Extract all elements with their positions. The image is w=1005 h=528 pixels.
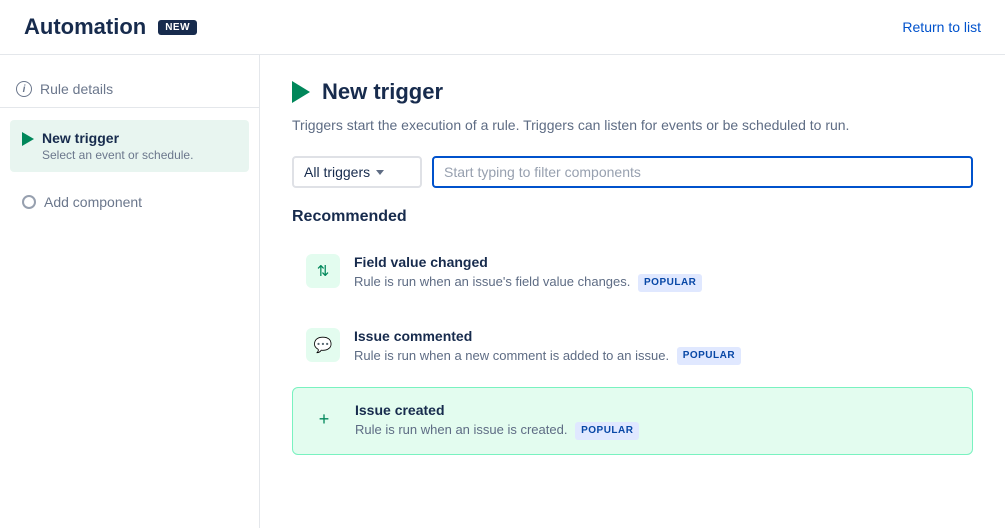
card-issue-created[interactable]: + Issue created Rule is run when an issu… (292, 387, 973, 455)
card-content-issue-created: Issue created Rule is run when an issue … (355, 402, 639, 440)
popular-badge-issue-commented: POPULAR (677, 347, 741, 365)
issue-created-icon: + (307, 402, 341, 436)
card-title-issue-created: Issue created (355, 402, 639, 418)
chevron-down-icon (376, 170, 384, 175)
sidebar-add-component[interactable]: Add component (0, 180, 259, 224)
sidebar-trigger-title: New trigger (42, 130, 193, 146)
play-icon (22, 132, 34, 146)
header-left: Automation NEW (24, 14, 197, 40)
card-title-field-value: Field value changed (354, 254, 702, 270)
trigger-header: New trigger (292, 79, 973, 105)
page-title: New trigger (322, 79, 443, 105)
popular-badge-issue-created: POPULAR (575, 422, 639, 440)
return-to-list-link[interactable]: Return to list (902, 19, 981, 35)
card-desc-field-value: Rule is run when an issue's field value … (354, 273, 702, 292)
sidebar-trigger-subtitle: Select an event or schedule. (42, 148, 193, 162)
main-content: New trigger Triggers start the execution… (260, 55, 1005, 528)
main-layout: i Rule details New trigger Select an eve… (0, 55, 1005, 528)
sidebar: i Rule details New trigger Select an eve… (0, 55, 260, 528)
card-content-field-value: Field value changed Rule is run when an … (354, 254, 702, 292)
filter-row: All triggers (292, 156, 973, 188)
arrows-icon (317, 262, 330, 281)
issue-commented-icon: 💬 (306, 328, 340, 362)
sidebar-item-rule-details[interactable]: i Rule details (0, 71, 259, 108)
trigger-description: Triggers start the execution of a rule. … (292, 115, 973, 136)
card-field-value-changed[interactable]: Field value changed Rule is run when an … (292, 240, 973, 306)
sidebar-trigger-content: New trigger Select an event or schedule. (42, 130, 193, 162)
trigger-play-icon (292, 81, 310, 103)
plus-icon: + (319, 410, 330, 428)
recommended-label: Recommended (292, 208, 973, 226)
popular-badge-field-value: POPULAR (638, 274, 702, 292)
field-value-icon (306, 254, 340, 288)
app-title: Automation (24, 14, 146, 40)
info-icon: i (16, 81, 32, 97)
card-desc-issue-commented: Rule is run when a new comment is added … (354, 347, 741, 366)
card-title-issue-commented: Issue commented (354, 328, 741, 344)
card-desc-issue-created: Rule is run when an issue is created. PO… (355, 421, 639, 440)
comment-icon: 💬 (314, 336, 333, 354)
trigger-type-dropdown[interactable]: All triggers (292, 156, 422, 188)
rule-details-label: Rule details (40, 81, 113, 97)
card-issue-commented[interactable]: 💬 Issue commented Rule is run when a new… (292, 314, 973, 380)
add-circle-icon (22, 195, 36, 209)
filter-input[interactable] (432, 156, 973, 188)
add-component-label: Add component (44, 194, 142, 210)
card-content-issue-commented: Issue commented Rule is run when a new c… (354, 328, 741, 366)
dropdown-label: All triggers (304, 164, 370, 180)
new-badge: NEW (158, 20, 197, 35)
sidebar-new-trigger[interactable]: New trigger Select an event or schedule. (10, 120, 249, 172)
app-header: Automation NEW Return to list (0, 0, 1005, 55)
